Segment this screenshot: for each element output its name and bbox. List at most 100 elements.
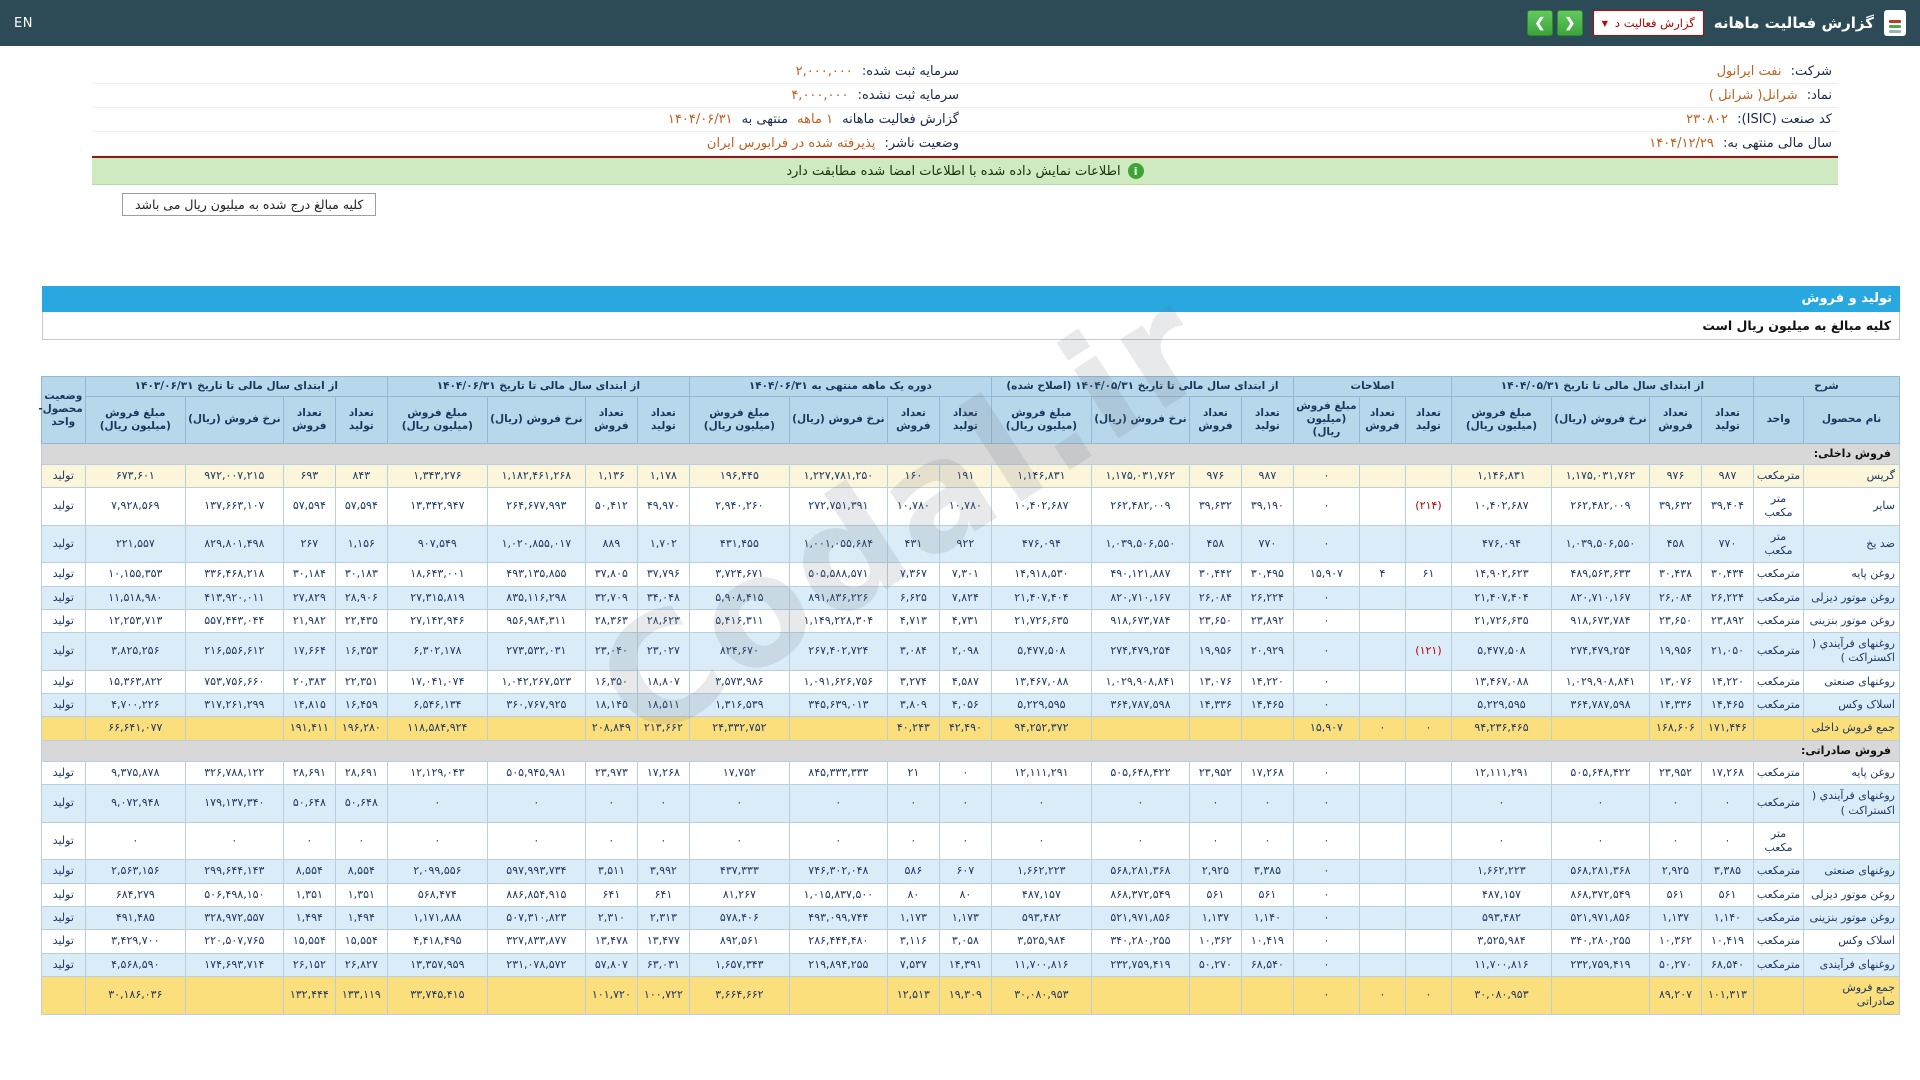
value-cell: ۶,۳۰۲,۱۷۸ bbox=[387, 633, 487, 671]
value-cell: ۶۴۱ bbox=[585, 883, 637, 906]
column-header: تعداد تولید bbox=[1702, 397, 1754, 443]
value-cell: ۱,۰۲۹,۹۰۸,۸۴۱ bbox=[1552, 670, 1650, 693]
value-cell: ۱,۰۲۹,۹۰۸,۸۴۱ bbox=[1091, 670, 1189, 693]
info-label: وضعیت ناشر: bbox=[880, 136, 959, 151]
value-cell: ۲,۳۱۳ bbox=[637, 907, 689, 930]
product-status-cell: تولید bbox=[41, 822, 85, 860]
product-name-cell: گریس bbox=[1804, 464, 1900, 487]
value-cell: ۰ bbox=[387, 785, 487, 823]
value-cell: ۲۹۹,۶۴۴,۱۴۳ bbox=[185, 860, 283, 883]
value-cell: ۱۶۰ bbox=[887, 464, 939, 487]
value-cell: ۹۰۷,۵۴۹ bbox=[387, 525, 487, 563]
column-header: تعداد تولید bbox=[1241, 397, 1293, 443]
value-cell: ۰ bbox=[1189, 785, 1241, 823]
unit-cell: مترمکعب bbox=[1754, 694, 1804, 717]
value-cell: ۲,۰۹۹,۵۵۶ bbox=[387, 860, 487, 883]
value-cell: ۱,۰۱۵,۸۳۷,۵۰۰ bbox=[789, 883, 887, 906]
value-cell: ۳,۳۸۵ bbox=[1241, 860, 1293, 883]
language-link[interactable]: EN bbox=[14, 16, 33, 31]
value-cell: (۱۲۱) bbox=[1405, 633, 1451, 671]
value-cell: ۱,۱۷۳ bbox=[887, 907, 939, 930]
value-cell bbox=[487, 717, 585, 740]
value-cell: ۵۶۱ bbox=[1702, 883, 1754, 906]
value-cell: ۷۴۶,۳۰۲,۰۴۸ bbox=[789, 860, 887, 883]
report-type-select[interactable]: گزارش فعالیت د ▼ bbox=[1593, 10, 1704, 36]
production-table: شرحاز ابتدای سال مالی تا تاریخ ۱۴۰۴/۰۵/۳… bbox=[41, 376, 1900, 1015]
note-area: کلیه مبالغ درج شده به میلیون ریال می باش… bbox=[92, 193, 1838, 216]
value-cell: ۳۹,۶۳۲ bbox=[1650, 488, 1702, 526]
info-value: ۲,۰۰۰,۰۰۰ bbox=[796, 64, 853, 79]
column-header: نرخ فروش (ریال) bbox=[1552, 397, 1650, 443]
value-cell: ۱,۱۸۲,۴۶۱,۲۶۸ bbox=[487, 464, 585, 487]
column-header: مبلغ فروش (میلیون ریال) bbox=[1451, 397, 1551, 443]
value-cell: ۱۹,۹۵۶ bbox=[1189, 633, 1241, 671]
value-cell: ۸۲۹,۸۰۱,۴۹۸ bbox=[185, 525, 283, 563]
value-cell: ۰ bbox=[1293, 670, 1359, 693]
value-cell: ۱۱۸,۵۸۴,۹۲۴ bbox=[387, 717, 487, 740]
value-cell: ۱۹۱,۴۱۱ bbox=[283, 717, 335, 740]
unit-cell bbox=[1754, 976, 1804, 1014]
column-group-header: از ابتدای سال مالی تا تاریخ ۱۴۰۴/۰۵/۳۱ (… bbox=[991, 377, 1293, 397]
unit-cell: مترمکعب bbox=[1754, 670, 1804, 693]
value-cell: ۱۳,۰۷۶ bbox=[1189, 670, 1241, 693]
value-cell: ۱,۶۵۷,۳۴۳ bbox=[689, 953, 789, 976]
table-row: روغن پایهمترمکعب۱۷,۲۶۸۲۳,۹۵۲۵۰۵,۶۴۸,۴۲۲۱… bbox=[41, 761, 1899, 784]
value-cell: ۰ bbox=[1552, 785, 1650, 823]
value-cell: ۱,۱۷۱,۸۸۸ bbox=[387, 907, 487, 930]
value-cell: ۱۴,۴۶۵ bbox=[1241, 694, 1293, 717]
company-info-row: سرمایه ثبت نشده: ۴,۰۰۰,۰۰۰ bbox=[92, 84, 965, 108]
value-cell: ۶۸۴,۲۷۹ bbox=[85, 883, 185, 906]
value-cell: ۱,۱۷۳ bbox=[939, 907, 991, 930]
value-cell: ۵۹۷,۹۹۳,۷۳۴ bbox=[487, 860, 585, 883]
value-cell: ۵۹۳,۴۸۲ bbox=[991, 907, 1091, 930]
value-cell: ۴۸۹,۵۶۳,۶۳۳ bbox=[1552, 563, 1650, 586]
value-cell: ۸۲۰,۷۱۰,۱۶۷ bbox=[1091, 586, 1189, 609]
value-cell: ۵۰,۶۴۸ bbox=[335, 785, 387, 823]
value-cell: (۲۱۴) bbox=[1405, 488, 1451, 526]
value-cell: ۲۲۱,۵۵۷ bbox=[85, 525, 185, 563]
value-cell: ۳,۵۲۵,۹۸۴ bbox=[991, 930, 1091, 953]
value-cell: ۳۳,۷۴۵,۴۱۵ bbox=[387, 976, 487, 1014]
value-cell: ۰ bbox=[387, 822, 487, 860]
value-cell: ۲۲,۳۵۱ bbox=[335, 670, 387, 693]
value-cell: ۲۷۴,۴۷۹,۲۵۴ bbox=[1552, 633, 1650, 671]
column-header: تعداد فروش bbox=[1650, 397, 1702, 443]
next-report-button[interactable]: ❮ bbox=[1557, 10, 1583, 36]
column-header: تعداد فروش bbox=[283, 397, 335, 443]
value-cell: ۵,۴۷۷,۵۰۸ bbox=[991, 633, 1091, 671]
value-cell bbox=[789, 976, 887, 1014]
value-cell: ۳۳۶,۴۶۸,۲۱۸ bbox=[185, 563, 283, 586]
value-cell: ۰ bbox=[939, 761, 991, 784]
value-cell: ۴۹۳,۱۳۵,۸۵۵ bbox=[487, 563, 585, 586]
value-cell: ۱,۰۲۰,۸۵۵,۰۱۷ bbox=[487, 525, 585, 563]
value-cell bbox=[1359, 907, 1405, 930]
value-cell: ۲۶,۲۲۴ bbox=[1241, 586, 1293, 609]
prev-report-button[interactable]: ❯ bbox=[1527, 10, 1553, 36]
value-cell: ۳۴۰,۲۸۰,۲۵۵ bbox=[1091, 930, 1189, 953]
value-cell: ۸۸۹ bbox=[585, 525, 637, 563]
value-cell: ۲۱,۷۲۶,۶۳۵ bbox=[991, 609, 1091, 632]
value-cell: ۱۷,۰۴۱,۰۷۴ bbox=[387, 670, 487, 693]
value-cell: ۱۰,۳۶۲ bbox=[1189, 930, 1241, 953]
unit-cell: مترمکعب bbox=[1754, 930, 1804, 953]
value-cell: ۱۱,۷۰۰,۸۱۶ bbox=[1451, 953, 1551, 976]
value-cell: ۲۰,۹۲۹ bbox=[1241, 633, 1293, 671]
value-cell: ۷,۸۲۴ bbox=[939, 586, 991, 609]
value-cell: ۱۴,۳۹۱ bbox=[939, 953, 991, 976]
value-cell: ۵۲۱,۹۷۱,۸۵۶ bbox=[1552, 907, 1650, 930]
value-cell: ۲۷۳,۵۳۲,۰۳۱ bbox=[487, 633, 585, 671]
value-cell: ۷۷۰ bbox=[1702, 525, 1754, 563]
value-cell bbox=[1405, 953, 1451, 976]
company-info: شرکت: نفت ایرانول نماد: شرانل( شرانل ) ک… bbox=[92, 60, 1838, 156]
column-header: تعداد فروش bbox=[887, 397, 939, 443]
column-group-header: اصلاحات bbox=[1293, 377, 1451, 397]
banner-text: اطلاعات نمایش داده شده با اطلاعات امضا ش… bbox=[786, 164, 1120, 179]
value-cell bbox=[1405, 464, 1451, 487]
unit-cell: متر مکعب bbox=[1754, 525, 1804, 563]
unit-cell: مترمکعب bbox=[1754, 860, 1804, 883]
column-header: نرخ فروش (ریال) bbox=[487, 397, 585, 443]
value-cell: ۵۶۱ bbox=[1650, 883, 1702, 906]
report-icon-bar bbox=[1889, 20, 1901, 23]
value-cell: ۱,۱۴۰ bbox=[1241, 907, 1293, 930]
product-status-cell: تولید bbox=[41, 694, 85, 717]
